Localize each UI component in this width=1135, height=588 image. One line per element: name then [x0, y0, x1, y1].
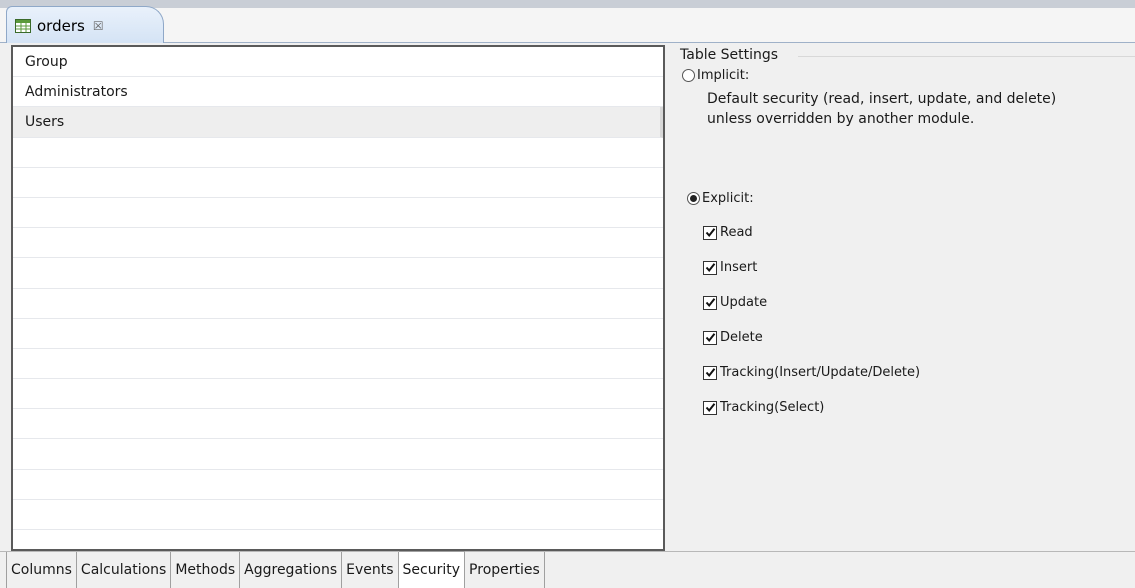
tab-security[interactable]: Security [398, 551, 466, 588]
security-editor-panel: Group Administrators Users Table Settings … [0, 43, 1135, 551]
checkbox-box[interactable] [703, 365, 717, 380]
table-row[interactable] [13, 168, 663, 198]
checkbox-label: Delete [720, 330, 763, 345]
implicit-description: Default security (read, insert, update, … [707, 89, 1127, 129]
check-mark-icon [705, 368, 715, 378]
checkbox-box[interactable] [703, 400, 717, 415]
checkbox-delete[interactable]: Delete [703, 330, 763, 345]
checkbox-label: Read [720, 225, 753, 240]
editor-tab-title: orders [37, 16, 85, 35]
checkbox-box[interactable] [703, 330, 717, 345]
tab-strip-top-band [0, 0, 1135, 8]
tab-properties[interactable]: Properties [465, 552, 545, 588]
checkbox-label: Tracking(Insert/Update/Delete) [720, 365, 921, 380]
table-row[interactable] [13, 530, 663, 549]
bottom-tab-bar: Columns Calculations Methods Aggregations Ev… [0, 551, 1135, 588]
explicit-radio[interactable]: Explicit: [687, 191, 754, 206]
implicit-label: Implicit: [697, 68, 750, 83]
implicit-radio[interactable]: Implicit: [682, 68, 749, 83]
tab-columns[interactable]: Columns [6, 552, 77, 588]
table-row-label: Administrators [25, 83, 128, 100]
table-row[interactable] [13, 349, 663, 380]
checkbox-box[interactable] [703, 295, 717, 310]
checkbox-update[interactable]: Update [703, 295, 767, 310]
check-mark-icon [705, 298, 715, 308]
explicit-label: Explicit: [702, 191, 754, 206]
checkbox-box[interactable] [703, 225, 717, 240]
table-row[interactable] [13, 439, 663, 470]
table-row[interactable]: Users [13, 107, 663, 138]
table-row[interactable] [13, 470, 663, 500]
checkbox-read[interactable]: Read [703, 225, 753, 240]
table-row[interactable] [13, 289, 663, 319]
check-mark-icon [705, 228, 715, 238]
tab-events[interactable]: Events [342, 552, 399, 588]
check-mark-icon [705, 403, 715, 413]
tab-calculations[interactable]: Calculations [76, 552, 172, 588]
checkbox-label: Update [720, 295, 768, 310]
table-row-label: Group [25, 53, 68, 70]
editor-tab-strip: orders ☒ [0, 0, 1135, 44]
editor-tab-orders[interactable]: orders ☒ [6, 6, 164, 44]
checkbox-label: Tracking(Select) [720, 400, 825, 415]
table-row[interactable]: Administrators [13, 77, 663, 108]
group-separator [798, 56, 1135, 57]
implicit-description-line-1: Default security (read, insert, update, … [707, 91, 1057, 107]
close-icon[interactable]: ☒ [93, 19, 104, 33]
check-mark-icon [705, 333, 715, 343]
explicit-radio-circle[interactable] [687, 192, 700, 205]
tab-aggregations[interactable]: Aggregations [240, 552, 343, 588]
table-row[interactable] [13, 319, 663, 349]
implicit-radio-circle[interactable] [682, 69, 695, 82]
table-row[interactable] [13, 379, 663, 410]
table-icon [15, 18, 31, 33]
table-row[interactable] [13, 198, 663, 229]
table-settings-title: Table Settings [680, 47, 779, 63]
checkbox-tracking-insert-update-delete[interactable]: Tracking(Insert/Update/Delete) [703, 365, 920, 380]
radio-selected-dot [690, 195, 697, 202]
table-header-group[interactable]: Group [13, 47, 663, 78]
table-settings-panel: Table Settings Implicit: Default securit… [680, 43, 1135, 551]
table-row[interactable] [13, 409, 663, 440]
table-row[interactable] [13, 500, 663, 530]
table-row[interactable] [13, 138, 663, 168]
table-row[interactable] [13, 228, 663, 259]
checkbox-box[interactable] [703, 260, 717, 275]
check-mark-icon [705, 263, 715, 273]
group-table[interactable]: Group Administrators Users [11, 45, 665, 551]
tab-methods[interactable]: Methods [171, 552, 241, 588]
checkbox-tracking-select[interactable]: Tracking(Select) [703, 400, 824, 415]
checkbox-label: Insert [720, 260, 758, 275]
table-row-label: Users [25, 113, 65, 130]
implicit-description-line-2: unless overridden by another module. [707, 111, 975, 127]
checkbox-insert[interactable]: Insert [703, 260, 757, 275]
table-row[interactable] [13, 258, 663, 289]
